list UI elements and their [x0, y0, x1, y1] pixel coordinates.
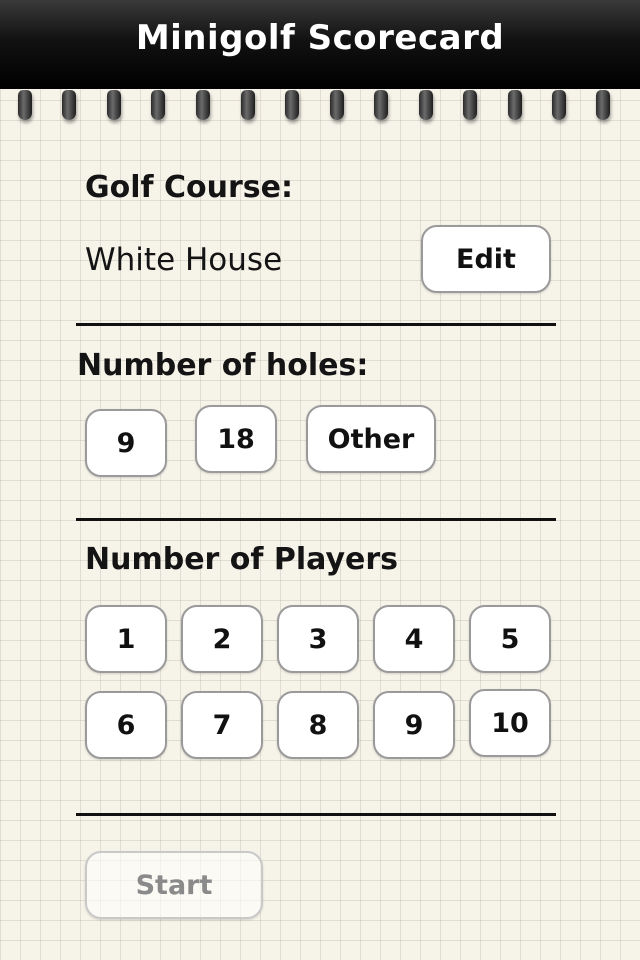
golf-course-name: White House — [85, 242, 283, 278]
divider — [76, 323, 556, 326]
spiral-ring — [107, 90, 121, 120]
players-9-button[interactable]: 9 — [373, 691, 455, 759]
players-5-button[interactable]: 5 — [469, 605, 551, 673]
spiral-ring — [508, 90, 522, 120]
spiral-ring — [285, 90, 299, 120]
spiral-ring — [196, 90, 210, 120]
players-8-button[interactable]: 8 — [277, 691, 359, 759]
players-3-button[interactable]: 3 — [277, 605, 359, 673]
spiral-ring — [552, 90, 566, 120]
spiral-ring — [18, 90, 32, 120]
spiral-ring — [419, 90, 433, 120]
holes-other-button[interactable]: Other — [306, 405, 436, 473]
number-of-holes-label: Number of holes: — [77, 348, 369, 383]
players-2-button[interactable]: 2 — [181, 605, 263, 673]
number-of-players-label: Number of Players — [85, 542, 399, 577]
players-7-button[interactable]: 7 — [181, 691, 263, 759]
spiral-ring — [330, 90, 344, 120]
holes-9-button[interactable]: 9 — [85, 409, 167, 477]
title-bar: Minigolf Scorecard — [0, 0, 640, 89]
spiral-ring — [62, 90, 76, 120]
start-button[interactable]: Start — [85, 851, 263, 919]
holes-18-button[interactable]: 18 — [195, 405, 277, 473]
spiral-ring — [374, 90, 388, 120]
spiral-ring — [151, 90, 165, 120]
edit-course-button[interactable]: Edit — [421, 225, 551, 293]
players-10-button[interactable]: 10 — [469, 689, 551, 757]
spiral-ring — [463, 90, 477, 120]
app-title: Minigolf Scorecard — [135, 18, 505, 58]
players-1-button[interactable]: 1 — [85, 605, 167, 673]
spiral-ring — [241, 90, 255, 120]
spiral-ring — [596, 90, 610, 120]
notebook-spiral — [0, 88, 640, 128]
divider — [76, 813, 556, 816]
players-6-button[interactable]: 6 — [85, 691, 167, 759]
golf-course-label: Golf Course: — [85, 170, 293, 205]
divider — [76, 518, 556, 521]
players-4-button[interactable]: 4 — [373, 605, 455, 673]
